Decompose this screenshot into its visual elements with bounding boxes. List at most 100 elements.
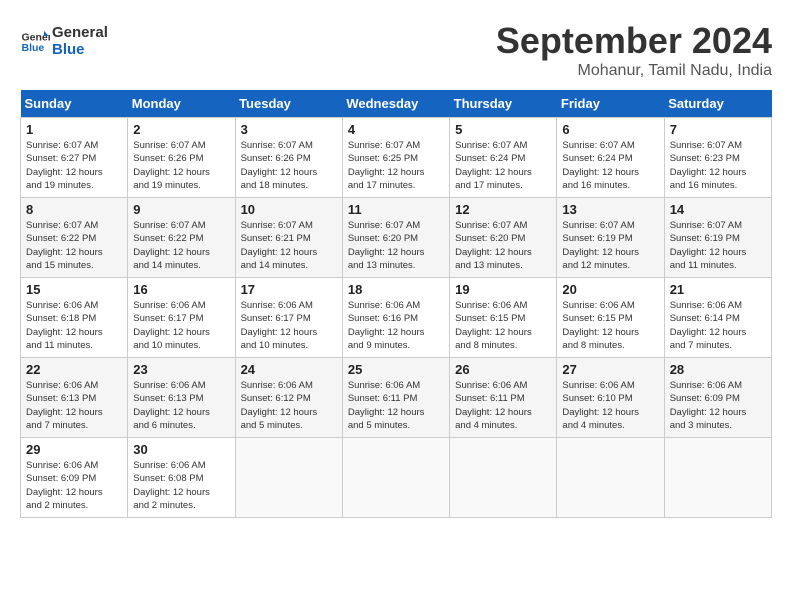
day-number: 14 xyxy=(670,202,766,217)
calendar-table: SundayMondayTuesdayWednesdayThursdayFrid… xyxy=(20,90,772,518)
day-number: 27 xyxy=(562,362,658,377)
day-info: Sunrise: 6:06 AM Sunset: 6:09 PM Dayligh… xyxy=(670,379,766,432)
calendar-day-empty xyxy=(450,438,557,518)
calendar-day-21: 21 Sunrise: 6:06 AM Sunset: 6:14 PM Dayli… xyxy=(664,278,771,358)
calendar-day-25: 25 Sunrise: 6:06 AM Sunset: 6:11 PM Dayli… xyxy=(342,358,449,438)
header-monday: Monday xyxy=(128,90,235,118)
day-info: Sunrise: 6:07 AM Sunset: 6:21 PM Dayligh… xyxy=(241,219,337,272)
day-number: 20 xyxy=(562,282,658,297)
calendar-day-empty xyxy=(557,438,664,518)
day-number: 1 xyxy=(26,122,122,137)
day-info: Sunrise: 6:07 AM Sunset: 6:22 PM Dayligh… xyxy=(133,219,229,272)
calendar-week-2: 8Sunrise: 6:07 AM Sunset: 6:22 PM Daylig… xyxy=(21,198,772,278)
calendar-day-8: 8Sunrise: 6:07 AM Sunset: 6:22 PM Daylig… xyxy=(21,198,128,278)
day-info: Sunrise: 6:06 AM Sunset: 6:13 PM Dayligh… xyxy=(133,379,229,432)
calendar-day-30: 30 Sunrise: 6:06 AM Sunset: 6:08 PM Dayli… xyxy=(128,438,235,518)
calendar-day-28: 28 Sunrise: 6:06 AM Sunset: 6:09 PM Dayli… xyxy=(664,358,771,438)
header-saturday: Saturday xyxy=(664,90,771,118)
day-number: 22 xyxy=(26,362,122,377)
day-number: 13 xyxy=(562,202,658,217)
header-friday: Friday xyxy=(557,90,664,118)
calendar-day-1: 1 Sunrise: 6:07 AM Sunset: 6:27 PM Daylig… xyxy=(21,118,128,198)
calendar-day-empty xyxy=(342,438,449,518)
day-number: 11 xyxy=(348,202,444,217)
day-number: 17 xyxy=(241,282,337,297)
day-number: 2 xyxy=(133,122,229,137)
month-title: September 2024 xyxy=(496,20,772,62)
calendar-day-5: 5 Sunrise: 6:07 AM Sunset: 6:24 PM Daylig… xyxy=(450,118,557,198)
day-info: Sunrise: 6:06 AM Sunset: 6:17 PM Dayligh… xyxy=(133,299,229,352)
day-number: 30 xyxy=(133,442,229,457)
calendar-day-14: 14 Sunrise: 6:07 AM Sunset: 6:19 PM Dayli… xyxy=(664,198,771,278)
calendar-week-3: 15 Sunrise: 6:06 AM Sunset: 6:18 PM Dayli… xyxy=(21,278,772,358)
calendar-header-row: SundayMondayTuesdayWednesdayThursdayFrid… xyxy=(21,90,772,118)
day-info: Sunrise: 6:07 AM Sunset: 6:20 PM Dayligh… xyxy=(455,219,551,272)
calendar-day-13: 13 Sunrise: 6:07 AM Sunset: 6:19 PM Dayli… xyxy=(557,198,664,278)
calendar-day-18: 18 Sunrise: 6:06 AM Sunset: 6:16 PM Dayli… xyxy=(342,278,449,358)
calendar-day-empty xyxy=(664,438,771,518)
day-info: Sunrise: 6:07 AM Sunset: 6:23 PM Dayligh… xyxy=(670,139,766,192)
day-info: Sunrise: 6:07 AM Sunset: 6:25 PM Dayligh… xyxy=(348,139,444,192)
day-number: 15 xyxy=(26,282,122,297)
calendar-week-5: 29 Sunrise: 6:06 AM Sunset: 6:09 PM Dayli… xyxy=(21,438,772,518)
calendar-day-9: 9 Sunrise: 6:07 AM Sunset: 6:22 PM Daylig… xyxy=(128,198,235,278)
calendar-day-11: 11 Sunrise: 6:07 AM Sunset: 6:20 PM Dayli… xyxy=(342,198,449,278)
header-sunday: Sunday xyxy=(21,90,128,118)
location: Mohanur, Tamil Nadu, India xyxy=(496,62,772,80)
day-number: 4 xyxy=(348,122,444,137)
header-tuesday: Tuesday xyxy=(235,90,342,118)
day-info: Sunrise: 6:07 AM Sunset: 6:20 PM Dayligh… xyxy=(348,219,444,272)
day-number: 25 xyxy=(348,362,444,377)
day-info: Sunrise: 6:07 AM Sunset: 6:19 PM Dayligh… xyxy=(562,219,658,272)
calendar-day-26: 26 Sunrise: 6:06 AM Sunset: 6:11 PM Dayli… xyxy=(450,358,557,438)
day-info: Sunrise: 6:07 AM Sunset: 6:19 PM Dayligh… xyxy=(670,219,766,272)
day-info: Sunrise: 6:06 AM Sunset: 6:10 PM Dayligh… xyxy=(562,379,658,432)
day-info: Sunrise: 6:07 AM Sunset: 6:27 PM Dayligh… xyxy=(26,139,122,192)
calendar-day-15: 15 Sunrise: 6:06 AM Sunset: 6:18 PM Dayli… xyxy=(21,278,128,358)
day-info: Sunrise: 6:06 AM Sunset: 6:11 PM Dayligh… xyxy=(348,379,444,432)
day-info: Sunrise: 6:06 AM Sunset: 6:11 PM Dayligh… xyxy=(455,379,551,432)
logo-icon: General Blue xyxy=(20,27,50,57)
day-info: Sunrise: 6:06 AM Sunset: 6:12 PM Dayligh… xyxy=(241,379,337,432)
calendar-day-6: 6Sunrise: 6:07 AM Sunset: 6:24 PM Daylig… xyxy=(557,118,664,198)
day-number: 6 xyxy=(562,122,658,137)
calendar-day-7: 7Sunrise: 6:07 AM Sunset: 6:23 PM Daylig… xyxy=(664,118,771,198)
calendar-week-4: 22 Sunrise: 6:06 AM Sunset: 6:13 PM Dayli… xyxy=(21,358,772,438)
day-info: Sunrise: 6:06 AM Sunset: 6:17 PM Dayligh… xyxy=(241,299,337,352)
day-number: 24 xyxy=(241,362,337,377)
calendar-day-empty xyxy=(235,438,342,518)
day-info: Sunrise: 6:06 AM Sunset: 6:14 PM Dayligh… xyxy=(670,299,766,352)
day-number: 16 xyxy=(133,282,229,297)
calendar-day-3: 3Sunrise: 6:07 AM Sunset: 6:26 PM Daylig… xyxy=(235,118,342,198)
day-number: 26 xyxy=(455,362,551,377)
day-info: Sunrise: 6:07 AM Sunset: 6:24 PM Dayligh… xyxy=(455,139,551,192)
header-thursday: Thursday xyxy=(450,90,557,118)
day-number: 23 xyxy=(133,362,229,377)
day-info: Sunrise: 6:06 AM Sunset: 6:18 PM Dayligh… xyxy=(26,299,122,352)
title-block: September 2024 Mohanur, Tamil Nadu, Indi… xyxy=(496,20,772,80)
calendar-day-2: 2 Sunrise: 6:07 AM Sunset: 6:26 PM Daylig… xyxy=(128,118,235,198)
calendar-day-22: 22 Sunrise: 6:06 AM Sunset: 6:13 PM Dayli… xyxy=(21,358,128,438)
day-number: 18 xyxy=(348,282,444,297)
day-info: Sunrise: 6:06 AM Sunset: 6:09 PM Dayligh… xyxy=(26,459,122,512)
day-number: 9 xyxy=(133,202,229,217)
day-number: 10 xyxy=(241,202,337,217)
day-info: Sunrise: 6:06 AM Sunset: 6:13 PM Dayligh… xyxy=(26,379,122,432)
day-info: Sunrise: 6:07 AM Sunset: 6:26 PM Dayligh… xyxy=(241,139,337,192)
day-number: 5 xyxy=(455,122,551,137)
day-info: Sunrise: 6:06 AM Sunset: 6:16 PM Dayligh… xyxy=(348,299,444,352)
calendar-day-29: 29 Sunrise: 6:06 AM Sunset: 6:09 PM Dayli… xyxy=(21,438,128,518)
day-info: Sunrise: 6:07 AM Sunset: 6:26 PM Dayligh… xyxy=(133,139,229,192)
calendar-day-19: 19Sunrise: 6:06 AM Sunset: 6:15 PM Dayli… xyxy=(450,278,557,358)
day-number: 12 xyxy=(455,202,551,217)
day-number: 29 xyxy=(26,442,122,457)
logo-text-line1: General xyxy=(52,25,108,42)
day-number: 19 xyxy=(455,282,551,297)
day-number: 28 xyxy=(670,362,766,377)
logo: General Blue General Blue xyxy=(20,25,108,58)
calendar-day-20: 20Sunrise: 6:06 AM Sunset: 6:15 PM Dayli… xyxy=(557,278,664,358)
header-wednesday: Wednesday xyxy=(342,90,449,118)
day-info: Sunrise: 6:06 AM Sunset: 6:08 PM Dayligh… xyxy=(133,459,229,512)
calendar-day-27: 27 Sunrise: 6:06 AM Sunset: 6:10 PM Dayli… xyxy=(557,358,664,438)
day-number: 21 xyxy=(670,282,766,297)
